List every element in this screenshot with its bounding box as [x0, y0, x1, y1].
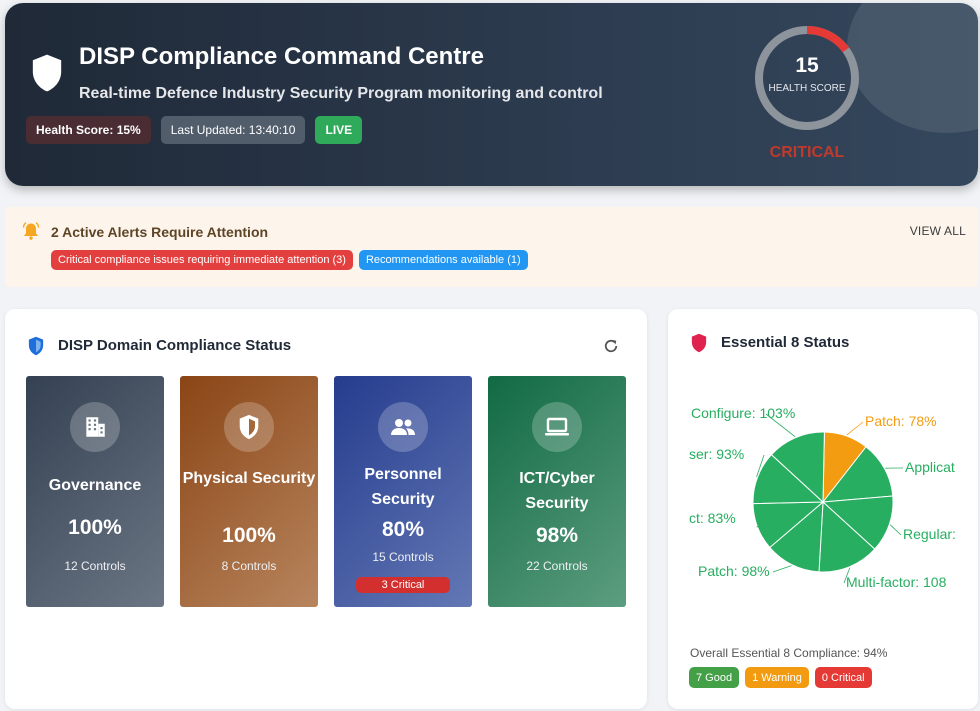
building-icon: [70, 402, 120, 452]
card-controls: 15 Controls: [372, 550, 434, 564]
last-updated-chip: Last Updated: 13:40:10: [160, 116, 306, 144]
pie-slice-label: Patch: 78%: [865, 413, 937, 429]
card-name: Physical Security: [182, 470, 316, 487]
domain-panel-title: DISP Domain Compliance Status: [58, 337, 292, 354]
e8-status-tags: 7 Good 1 Warning 0 Critical: [689, 667, 872, 688]
gauge-label: HEALTH SCORE: [768, 83, 846, 94]
domain-card-personnel-security[interactable]: Personnel Security 80% 15 Controls 3 Cri…: [334, 376, 472, 607]
pie-slice-label: ser: 93%: [689, 446, 744, 462]
shield-icon: [32, 54, 62, 92]
header-banner: DISP Compliance Command Centre Real-time…: [5, 3, 978, 186]
gauge-value: 15: [795, 54, 819, 77]
e8-good-tag: 7 Good: [689, 667, 740, 688]
card-controls: 8 Controls: [221, 559, 277, 573]
page-title: DISP Compliance Command Centre: [79, 43, 484, 70]
shield-check-icon: [28, 336, 44, 356]
card-controls: 22 Controls: [526, 559, 588, 573]
alert-tags: Critical compliance issues requiring imm…: [51, 250, 528, 270]
pie-slice-label: Patch: 98%: [698, 563, 770, 579]
e8-warning-tag: 1 Warning: [745, 667, 809, 688]
health-score-chip: Health Score: 15%: [26, 116, 151, 144]
domain-card-governance[interactable]: Governance 100% 12 Controls: [26, 376, 164, 607]
pie-slice-label: ct: 83%: [689, 510, 736, 526]
shield-icon: [224, 402, 274, 452]
pie-slice-label: Configure: 103%: [691, 405, 795, 421]
bell-icon: [22, 222, 40, 240]
live-badge: LIVE: [315, 116, 363, 144]
domain-card-physical-security[interactable]: Physical Security 100% 8 Controls: [180, 376, 318, 607]
alerts-banner: 2 Active Alerts Require Attention VIEW A…: [5, 207, 978, 287]
view-all-link[interactable]: VIEW ALL: [910, 224, 966, 238]
pie-slice-label: Applicat: [905, 459, 955, 475]
card-name: Personnel Security: [364, 466, 442, 508]
refresh-icon[interactable]: [602, 337, 620, 355]
card-controls: 12 Controls: [64, 559, 126, 573]
card-name: ICT/Cyber Security: [519, 470, 595, 512]
domain-compliance-panel: DISP Domain Compliance Status Governance…: [5, 309, 647, 709]
alert-tag-critical[interactable]: Critical compliance issues requiring imm…: [51, 250, 353, 270]
essential-8-pie-chart: Patch: 78% Applicat Regular: Multi-factor: …: [689, 405, 956, 590]
pie-slice-label: Regular:: [903, 526, 956, 542]
decorative-circle: [847, 3, 978, 133]
e8-critical-tag: 0 Critical: [814, 667, 872, 688]
page-subtitle: Real-time Defence Industry Security Prog…: [79, 85, 603, 102]
card-name: Governance: [48, 477, 142, 494]
pie-leader-line: [846, 421, 864, 436]
pie-slice-label: Multi-factor: 108: [846, 574, 947, 590]
pie-leader-line: [889, 524, 902, 536]
card-percent: 80%: [381, 518, 425, 541]
health-gauge: [755, 26, 859, 130]
pie-leader-line: [772, 565, 792, 573]
essential-8-panel: Essential 8 Status Patch: 78% Applicat Reg…: [668, 309, 978, 709]
alerts-title: 2 Active Alerts Require Attention: [51, 224, 269, 240]
domain-card-ict-cyber-security[interactable]: ICT/Cyber Security 98% 22 Controls: [488, 376, 626, 607]
alert-tag-recommendations[interactable]: Recommendations available (1): [358, 250, 528, 270]
card-percent: 100%: [222, 524, 276, 547]
card-percent: 98%: [535, 524, 579, 547]
status-chips: Health Score: 15% Last Updated: 13:40:10…: [26, 116, 363, 144]
laptop-icon: [532, 402, 582, 452]
critical-badge: 3 Critical: [356, 577, 450, 593]
people-icon: [378, 402, 428, 452]
e8-overall-compliance: Overall Essential 8 Compliance: 94%: [690, 646, 888, 660]
card-percent: 100%: [68, 516, 122, 539]
gauge-status: CRITICAL: [769, 144, 845, 161]
